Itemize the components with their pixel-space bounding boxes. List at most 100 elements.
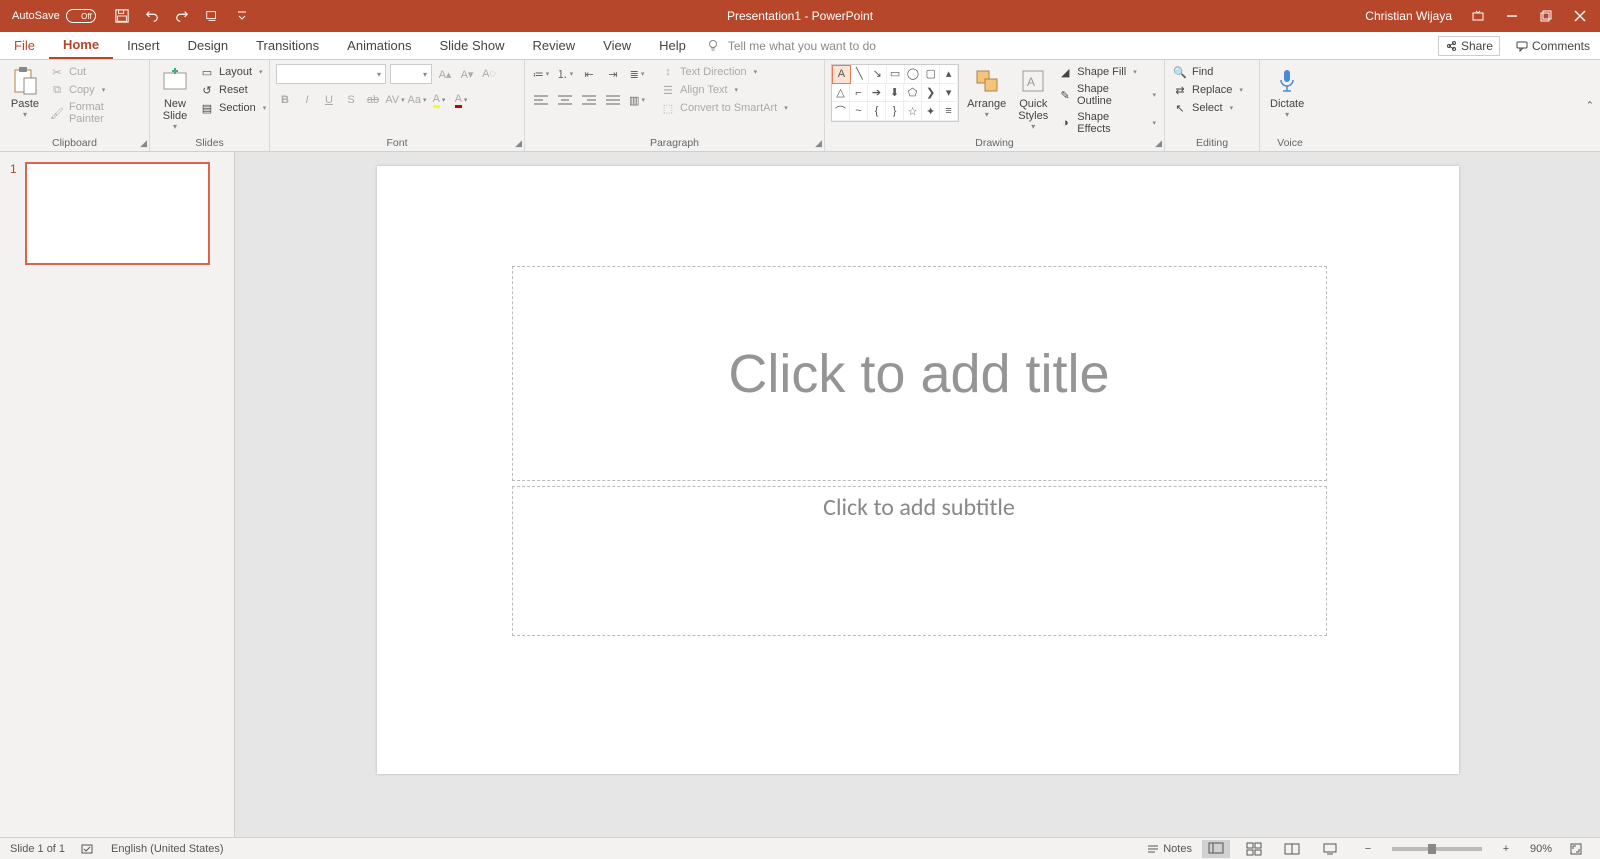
line-spacing-button[interactable]: ≣▾ — [627, 64, 647, 84]
zoom-in-button[interactable]: + — [1492, 840, 1520, 858]
shadow-button[interactable]: S — [342, 90, 360, 110]
shape-chevron-icon[interactable]: ❯ — [922, 84, 940, 103]
shape-brace-left-icon[interactable]: { — [868, 102, 886, 121]
tell-me-search[interactable]: Tell me what you want to do — [706, 32, 876, 59]
save-icon[interactable] — [114, 8, 130, 24]
shape-pentagon-icon[interactable]: ⬠ — [904, 84, 922, 103]
font-name-input[interactable]: ▾ — [276, 64, 386, 84]
dialog-launcher-icon[interactable]: ◢ — [515, 138, 522, 149]
qat-customize-icon[interactable] — [234, 8, 250, 24]
find-button[interactable]: 🔍Find — [1171, 64, 1245, 80]
bold-button[interactable]: B — [276, 90, 294, 110]
shape-fill-button[interactable]: ◢Shape Fill▾ — [1056, 64, 1158, 80]
paste-button[interactable]: Paste ▾ — [6, 64, 44, 121]
tab-help[interactable]: Help — [645, 32, 700, 59]
tab-transitions[interactable]: Transitions — [242, 32, 333, 59]
reset-button[interactable]: ↺Reset — [198, 82, 268, 98]
new-slide-button[interactable]: New Slide ▾ — [156, 64, 194, 133]
dialog-launcher-icon[interactable]: ◢ — [140, 138, 147, 149]
start-from-beginning-icon[interactable] — [204, 8, 220, 24]
tab-review[interactable]: Review — [519, 32, 590, 59]
text-direction-button[interactable]: ↕Text Direction▾ — [659, 64, 790, 80]
subtitle-placeholder[interactable]: Click to add subtitle — [512, 486, 1327, 636]
reading-view-icon[interactable] — [1278, 840, 1306, 858]
shape-star-icon[interactable]: ☆ — [904, 102, 922, 121]
select-button[interactable]: ↖Select▾ — [1171, 100, 1245, 116]
slide-canvas-area[interactable]: Click to add title Click to add subtitle — [235, 152, 1600, 837]
columns-button[interactable]: ▥▾ — [627, 90, 647, 110]
font-color-button[interactable]: A▾ — [452, 90, 470, 110]
shape-oval-icon[interactable]: ◯ — [905, 65, 923, 84]
dictate-button[interactable]: Dictate▾ — [1266, 64, 1308, 121]
format-painter-button[interactable]: 🖌 Format Painter — [48, 100, 143, 126]
gallery-down-icon[interactable]: ▾ — [940, 84, 958, 103]
shape-rect-icon[interactable]: ▭ — [887, 65, 905, 84]
decrease-font-icon[interactable]: A▾ — [458, 64, 476, 84]
zoom-level[interactable]: 90% — [1530, 843, 1552, 855]
increase-indent-button[interactable]: ⇥ — [603, 64, 623, 84]
gallery-up-icon[interactable]: ▴ — [940, 65, 958, 84]
shape-lshape-icon[interactable]: ⌐ — [850, 84, 868, 103]
layout-button[interactable]: ▭Layout▾ — [198, 64, 268, 80]
ribbon-display-icon[interactable] — [1470, 8, 1486, 24]
clear-formatting-icon[interactable]: A◌ — [480, 64, 498, 84]
shape-line-icon[interactable]: ╲ — [851, 65, 869, 84]
quick-styles-button[interactable]: A Quick Styles▾ — [1014, 64, 1052, 133]
align-left-button[interactable] — [531, 90, 551, 110]
char-spacing-button[interactable]: AV▾ — [386, 90, 404, 110]
dialog-launcher-icon[interactable]: ◢ — [1155, 138, 1162, 149]
close-icon[interactable] — [1572, 8, 1588, 24]
fit-to-window-icon[interactable] — [1562, 840, 1590, 858]
align-right-button[interactable] — [579, 90, 599, 110]
shape-arrowdown-icon[interactable]: ⬇ — [886, 84, 904, 103]
italic-button[interactable]: I — [298, 90, 316, 110]
arrange-button[interactable]: Arrange▾ — [963, 64, 1010, 121]
tab-home[interactable]: Home — [49, 32, 113, 59]
shape-arrowright-icon[interactable]: ➔ — [868, 84, 886, 103]
shape-arrow-icon[interactable]: ↘ — [869, 65, 887, 84]
copy-button[interactable]: ⧉ Copy▾ — [48, 82, 143, 98]
zoom-out-button[interactable]: − — [1354, 840, 1382, 858]
zoom-slider[interactable] — [1392, 847, 1482, 851]
section-button[interactable]: ▤Section▾ — [198, 100, 268, 116]
replace-button[interactable]: ⇄Replace▾ — [1171, 82, 1245, 98]
spellcheck-icon[interactable] — [81, 842, 95, 856]
align-text-button[interactable]: ☰Align Text▾ — [659, 82, 790, 98]
shape-effects-button[interactable]: ◑Shape Effects▾ — [1056, 110, 1158, 136]
autosave-toggle[interactable]: AutoSave Off — [12, 9, 96, 23]
slide-thumbnail-panel[interactable]: 1 — [0, 152, 235, 837]
cut-button[interactable]: ✂ Cut — [48, 64, 143, 80]
notes-button[interactable]: Notes — [1147, 843, 1192, 855]
increase-font-icon[interactable]: A▴ — [436, 64, 454, 84]
font-size-input[interactable]: ▾ — [390, 64, 432, 84]
slide-sorter-view-icon[interactable] — [1240, 840, 1268, 858]
slide[interactable]: Click to add title Click to add subtitle — [377, 166, 1459, 774]
shape-brace-right-icon[interactable]: } — [886, 102, 904, 121]
normal-view-icon[interactable] — [1202, 840, 1230, 858]
user-name[interactable]: Christian Wijaya — [1365, 9, 1452, 23]
tab-design[interactable]: Design — [174, 32, 242, 59]
shape-outline-button[interactable]: ✎Shape Outline▾ — [1056, 82, 1158, 108]
gallery-more-icon[interactable]: ≡ — [940, 102, 958, 121]
tab-file[interactable]: File — [0, 32, 49, 59]
justify-button[interactable] — [603, 90, 623, 110]
tab-view[interactable]: View — [589, 32, 645, 59]
bullets-button[interactable]: ≔▾ — [531, 64, 551, 84]
shapes-gallery[interactable]: A ╲ ↘ ▭ ◯ ▢ ▴ △ ⌐ ➔ ⬇ ⬠ ❯ ▾ — [831, 64, 959, 122]
decrease-indent-button[interactable]: ⇤ — [579, 64, 599, 84]
numbering-button[interactable]: ⒈▾ — [555, 64, 575, 84]
share-button[interactable]: Share — [1438, 36, 1500, 56]
smartart-button[interactable]: ⬚Convert to SmartArt▾ — [659, 100, 790, 116]
shape-triangle-icon[interactable]: △ — [832, 84, 850, 103]
strikethrough-button[interactable]: ab — [364, 90, 382, 110]
tab-slideshow[interactable]: Slide Show — [425, 32, 518, 59]
slide-position[interactable]: Slide 1 of 1 — [10, 843, 65, 855]
shape-textbox-icon[interactable]: A — [832, 65, 851, 84]
dialog-launcher-icon[interactable]: ◢ — [815, 138, 822, 149]
shape-arc-icon[interactable]: ⌒ — [832, 102, 850, 121]
change-case-button[interactable]: Aa▾ — [408, 90, 426, 110]
restore-icon[interactable] — [1538, 8, 1554, 24]
slide-thumbnail[interactable] — [25, 162, 210, 265]
slideshow-view-icon[interactable] — [1316, 840, 1344, 858]
redo-icon[interactable] — [174, 8, 190, 24]
